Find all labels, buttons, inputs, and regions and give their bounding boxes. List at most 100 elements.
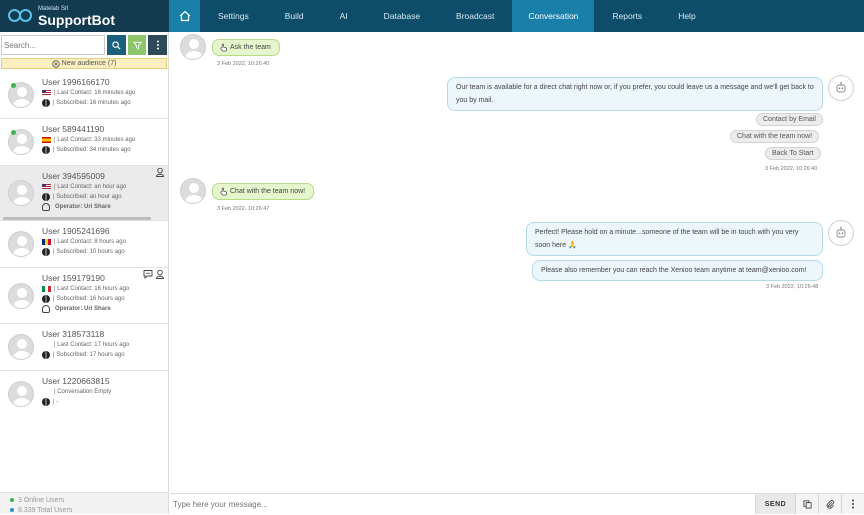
tab-broadcast[interactable]: Broadcast <box>438 0 512 32</box>
robot-icon <box>836 226 846 238</box>
user-avatar <box>180 34 206 60</box>
user-list-item[interactable]: User 318573118 | Last Contact: 17 hours … <box>0 324 168 371</box>
avatar <box>8 381 34 407</box>
tab-build[interactable]: Build <box>267 0 322 32</box>
user-list-item[interactable]: User 589441190 | Last Contact: 33 minute… <box>0 119 168 166</box>
search-icon <box>112 40 121 50</box>
last-contact: | Last Contact: 33 minutes ago <box>54 137 136 143</box>
user-name: User 159179190 <box>42 273 105 283</box>
tab-conversation[interactable]: Conversation <box>512 0 595 32</box>
subscribed: | Subscribed: 34 minutes ago <box>53 147 131 153</box>
attach-button[interactable] <box>818 494 841 514</box>
user-name: User 1905241696 <box>42 226 110 236</box>
subscribed: | - <box>53 399 59 405</box>
operator-icon <box>42 203 50 211</box>
user-list-item[interactable]: User 1220663815 | Conversation Empty | - <box>0 371 168 418</box>
subscribed: | Subscribed: 16 hours ago <box>53 296 125 302</box>
copy-icon <box>802 499 812 509</box>
flag-es-icon <box>42 137 51 143</box>
online-dot-icon <box>10 498 14 502</box>
audience-label: New audience (7) <box>61 60 117 67</box>
send-button[interactable]: SEND <box>755 494 795 514</box>
bot-avatar <box>828 75 854 101</box>
flag-it-icon <box>42 286 51 292</box>
search-row <box>0 32 168 56</box>
online-indicator <box>11 83 16 88</box>
bot-avatar <box>828 220 854 246</box>
quick-reply-contact-by-email[interactable]: Contact by Email <box>756 113 823 126</box>
last-contact: | Last Contact: 17 hours ago <box>54 342 130 348</box>
user-list-item[interactable]: User 1996166170 | Last Contact: 16 minut… <box>0 72 168 119</box>
home-icon <box>179 10 190 22</box>
brand-company: Matelab Srl <box>38 5 69 12</box>
tab-help[interactable]: Help <box>660 0 713 32</box>
user-name: User 1996166170 <box>42 77 110 87</box>
home-button[interactable] <box>169 0 200 32</box>
quick-reply-back-to-start[interactable]: Back To Start <box>765 147 821 160</box>
filter-icon <box>132 41 142 49</box>
globe-icon <box>42 248 50 256</box>
avatar <box>8 180 34 206</box>
tab-database[interactable]: Database <box>366 0 438 32</box>
operator-assigned-icon[interactable] <box>155 269 165 279</box>
user-name: User 1220663815 <box>42 376 110 386</box>
audience-badge[interactable]: New audience (7) <box>1 58 167 69</box>
operator-assigned-icon[interactable] <box>155 167 165 177</box>
globe-icon <box>42 398 50 406</box>
tab-ai[interactable]: AI <box>322 0 366 32</box>
last-contact: | Last Contact: 16 hours ago <box>54 286 130 292</box>
hand-pointer-icon <box>219 187 228 196</box>
quick-reply-chat-with-team[interactable]: Chat with the team now! <box>730 130 820 143</box>
subscribed: | Subscribed: 17 hours ago <box>53 352 125 358</box>
search-button[interactable] <box>107 35 126 55</box>
chat-bubble-icon[interactable] <box>143 269 153 279</box>
flag-ro-icon <box>42 239 51 245</box>
bot-bubble: Perfect! Please hold on a minute...someo… <box>526 222 823 256</box>
user-avatar <box>180 178 206 204</box>
message-input[interactable] <box>170 494 755 514</box>
last-contact: | Conversation Empty <box>54 389 112 395</box>
search-input[interactable] <box>1 35 105 55</box>
robot-icon <box>836 81 846 93</box>
subscribed: | Subscribed: 16 minutes ago <box>53 100 131 106</box>
sidebar-footer: 3 Online Users 8.339 Total Users <box>0 492 168 514</box>
user-list-item[interactable]: User 1905241696 | Last Contact: 8 hours … <box>0 221 168 268</box>
main-nav: Settings Build AI Database Broadcast Con… <box>169 0 714 32</box>
message-timestamp: 3 Feb 2022, 10:26:48 <box>766 284 819 290</box>
copy-button[interactable] <box>795 494 818 514</box>
brand-name: SupportBot <box>38 11 115 28</box>
filter-button[interactable] <box>127 35 147 55</box>
user-sidebar: New audience (7) User 1996166170 | Last … <box>0 32 169 514</box>
message-text: Ask the team <box>230 44 271 51</box>
composer-more-button[interactable] <box>841 494 864 514</box>
brand: Matelab Srl SupportBot <box>0 0 169 32</box>
last-contact: | Last Contact: an hour ago <box>54 184 127 190</box>
globe-icon <box>42 146 50 154</box>
user-list: User 1996166170 | Last Contact: 16 minut… <box>0 72 168 418</box>
user-list-item[interactable]: User 159179190 | Last Contact: 16 hours … <box>0 268 168 324</box>
message-timestamp: 3 Feb 2022, 10:26:47 <box>217 206 270 212</box>
user-message: Ask the team <box>180 34 280 60</box>
user-name: User 589441190 <box>42 124 105 134</box>
message-timestamp: 3 Feb 2022, 10:26:40 <box>765 166 818 172</box>
online-users-count: 3 Online Users <box>18 496 65 504</box>
user-list-item-selected[interactable]: User 394595009 | Last Contact: an hour a… <box>0 166 168 221</box>
user-bubble: Chat with the team now! <box>212 183 315 200</box>
more-options-button[interactable] <box>148 35 168 55</box>
kebab-icon <box>156 40 159 50</box>
tab-reports[interactable]: Reports <box>594 0 660 32</box>
conversation-panel: Ask the team 3 Feb 2022, 10:26:40 Our te… <box>170 32 864 492</box>
list-scrollbar[interactable] <box>3 217 151 220</box>
operator-icon <box>42 305 50 313</box>
tab-settings[interactable]: Settings <box>200 0 267 32</box>
flag-blank-icon <box>42 342 51 348</box>
bot-bubble: Our team is available for a direct chat … <box>447 77 823 111</box>
avatar <box>8 231 34 257</box>
message-timestamp: 3 Feb 2022, 10:26:40 <box>217 61 270 67</box>
flag-us-icon <box>42 184 51 190</box>
operator-label: Operator: Uri Share <box>55 306 111 312</box>
logo-icon <box>8 9 32 23</box>
top-bar: Matelab Srl SupportBot Settings Build AI… <box>0 0 864 32</box>
flag-us-icon <box>42 90 51 96</box>
online-indicator <box>11 130 16 135</box>
